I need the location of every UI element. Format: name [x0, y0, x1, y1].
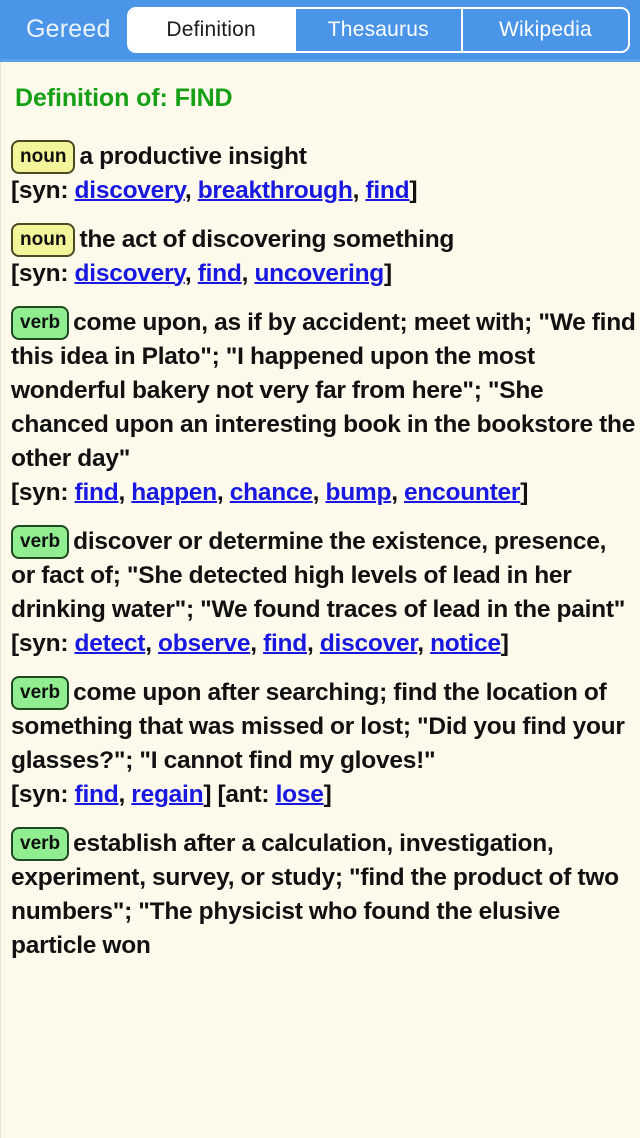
syn-list: [syn: discovery, breakthrough, find]	[11, 176, 418, 204]
entry-gloss: come upon after searching; find the loca…	[11, 678, 625, 774]
syn-separator: ,	[145, 629, 159, 657]
syn-close-bracket: ]	[409, 176, 418, 204]
definition-entry: verb come upon, as if by accident; meet w…	[11, 291, 636, 510]
pos-badge-verb: verb	[11, 675, 70, 710]
definition-entry-list: noun a productive insight [syn: discovery,…	[1, 125, 636, 963]
tab-wikipedia[interactable]: Wikipedia	[463, 9, 628, 51]
syn-link[interactable]: find	[75, 781, 119, 808]
definition-entry: verb establish after a calculation, inves…	[11, 812, 636, 963]
syn-link[interactable]: discovery	[75, 177, 186, 204]
ant-close-bracket: ]	[323, 780, 332, 808]
app-title: Gereed	[26, 15, 111, 43]
tab-thesaurus[interactable]: Thesaurus	[296, 8, 463, 51]
definition-entry: verb discover or determine the existence,…	[11, 510, 636, 661]
syn-separator: ,	[184, 259, 198, 287]
syn-link[interactable]: encounter	[404, 479, 520, 506]
definition-entry: verb come upon after searching; find the …	[11, 661, 636, 812]
syn-close-bracket: ]	[500, 629, 509, 657]
syn-separator: ,	[241, 259, 255, 287]
syn-separator: ,	[312, 478, 326, 506]
syn-open-bracket: [syn:	[11, 780, 75, 808]
syn-open-bracket: [syn:	[11, 629, 75, 657]
ant-list: [ant: lose]	[218, 781, 332, 808]
syn-link[interactable]: breakthrough	[198, 177, 353, 204]
syn-link[interactable]: find	[75, 479, 119, 506]
syn-close-bracket: ]	[520, 478, 529, 506]
page-title: Definition of: FIND	[15, 84, 233, 112]
syn-link[interactable]: find	[198, 260, 242, 287]
definition-entry: noun the act of discovering something [syn…	[11, 208, 636, 291]
pos-badge-verb: verb	[11, 524, 70, 559]
syn-separator: ,	[352, 176, 366, 204]
syn-link[interactable]: chance	[230, 479, 313, 506]
syn-list: [syn: detect, observe, find, discover, n…	[11, 630, 509, 657]
syn-link[interactable]: regain	[131, 781, 203, 808]
entry-gloss: the act of discovering something	[79, 225, 455, 253]
syn-close-bracket: ]	[384, 259, 392, 287]
syn-separator: ,	[216, 478, 230, 506]
definition-content[interactable]: Definition of: FIND noun a productive ins…	[0, 62, 640, 1138]
pos-badge-noun: noun	[11, 222, 76, 257]
syn-link[interactable]: observe	[158, 630, 250, 657]
syn-link[interactable]: bump	[326, 479, 392, 506]
entry-gloss: establish after a calculation, investiga…	[11, 829, 619, 959]
syn-link[interactable]: detect	[75, 630, 146, 657]
entry-gloss: a productive insight	[79, 142, 307, 170]
syn-separator: ,	[417, 629, 431, 657]
syn-separator: ,	[118, 780, 132, 808]
pos-badge-noun: noun	[11, 139, 76, 174]
syn-separator: ,	[250, 629, 264, 657]
syn-link[interactable]: uncovering	[254, 260, 384, 287]
syn-link[interactable]: discover	[320, 630, 418, 657]
syn-open-bracket: [syn:	[11, 259, 75, 287]
syn-open-bracket: [syn:	[11, 176, 75, 204]
pos-badge-verb: verb	[11, 305, 70, 340]
tab-definition[interactable]: Definition	[128, 8, 296, 51]
syn-separator: ,	[391, 478, 405, 506]
syn-open-bracket: [syn:	[11, 478, 75, 506]
syn-link[interactable]: notice	[430, 630, 501, 657]
entry-gloss: come upon, as if by accident; meet with;…	[11, 308, 636, 472]
app-header: Gereed Definition Thesaurus Wikipedia	[0, 0, 640, 62]
syn-separator: ,	[307, 629, 320, 657]
syn-separator: ,	[184, 176, 198, 204]
syn-list: [syn: find, regain]	[11, 781, 211, 808]
app-root: Gereed Definition Thesaurus Wikipedia Defi…	[0, 0, 640, 1138]
syn-link[interactable]: discovery	[75, 260, 186, 287]
syn-separator: ,	[118, 478, 132, 506]
ant-open-bracket: [ant:	[217, 780, 276, 808]
definition-entry: noun a productive insight [syn: discovery,…	[11, 125, 636, 208]
syn-link[interactable]: find	[365, 177, 409, 204]
syn-list: [syn: find, happen, chance, bump, encoun…	[11, 479, 528, 506]
syn-list: [syn: discovery, find, uncovering]	[11, 260, 392, 287]
ant-link[interactable]: lose	[276, 781, 324, 808]
syn-link[interactable]: happen	[131, 479, 217, 506]
pos-badge-verb: verb	[11, 826, 70, 861]
entry-gloss: discover or determine the existence, pre…	[11, 527, 626, 623]
syn-link[interactable]: find	[263, 630, 307, 657]
tab-segmented-control[interactable]: Definition Thesaurus Wikipedia	[126, 6, 630, 53]
